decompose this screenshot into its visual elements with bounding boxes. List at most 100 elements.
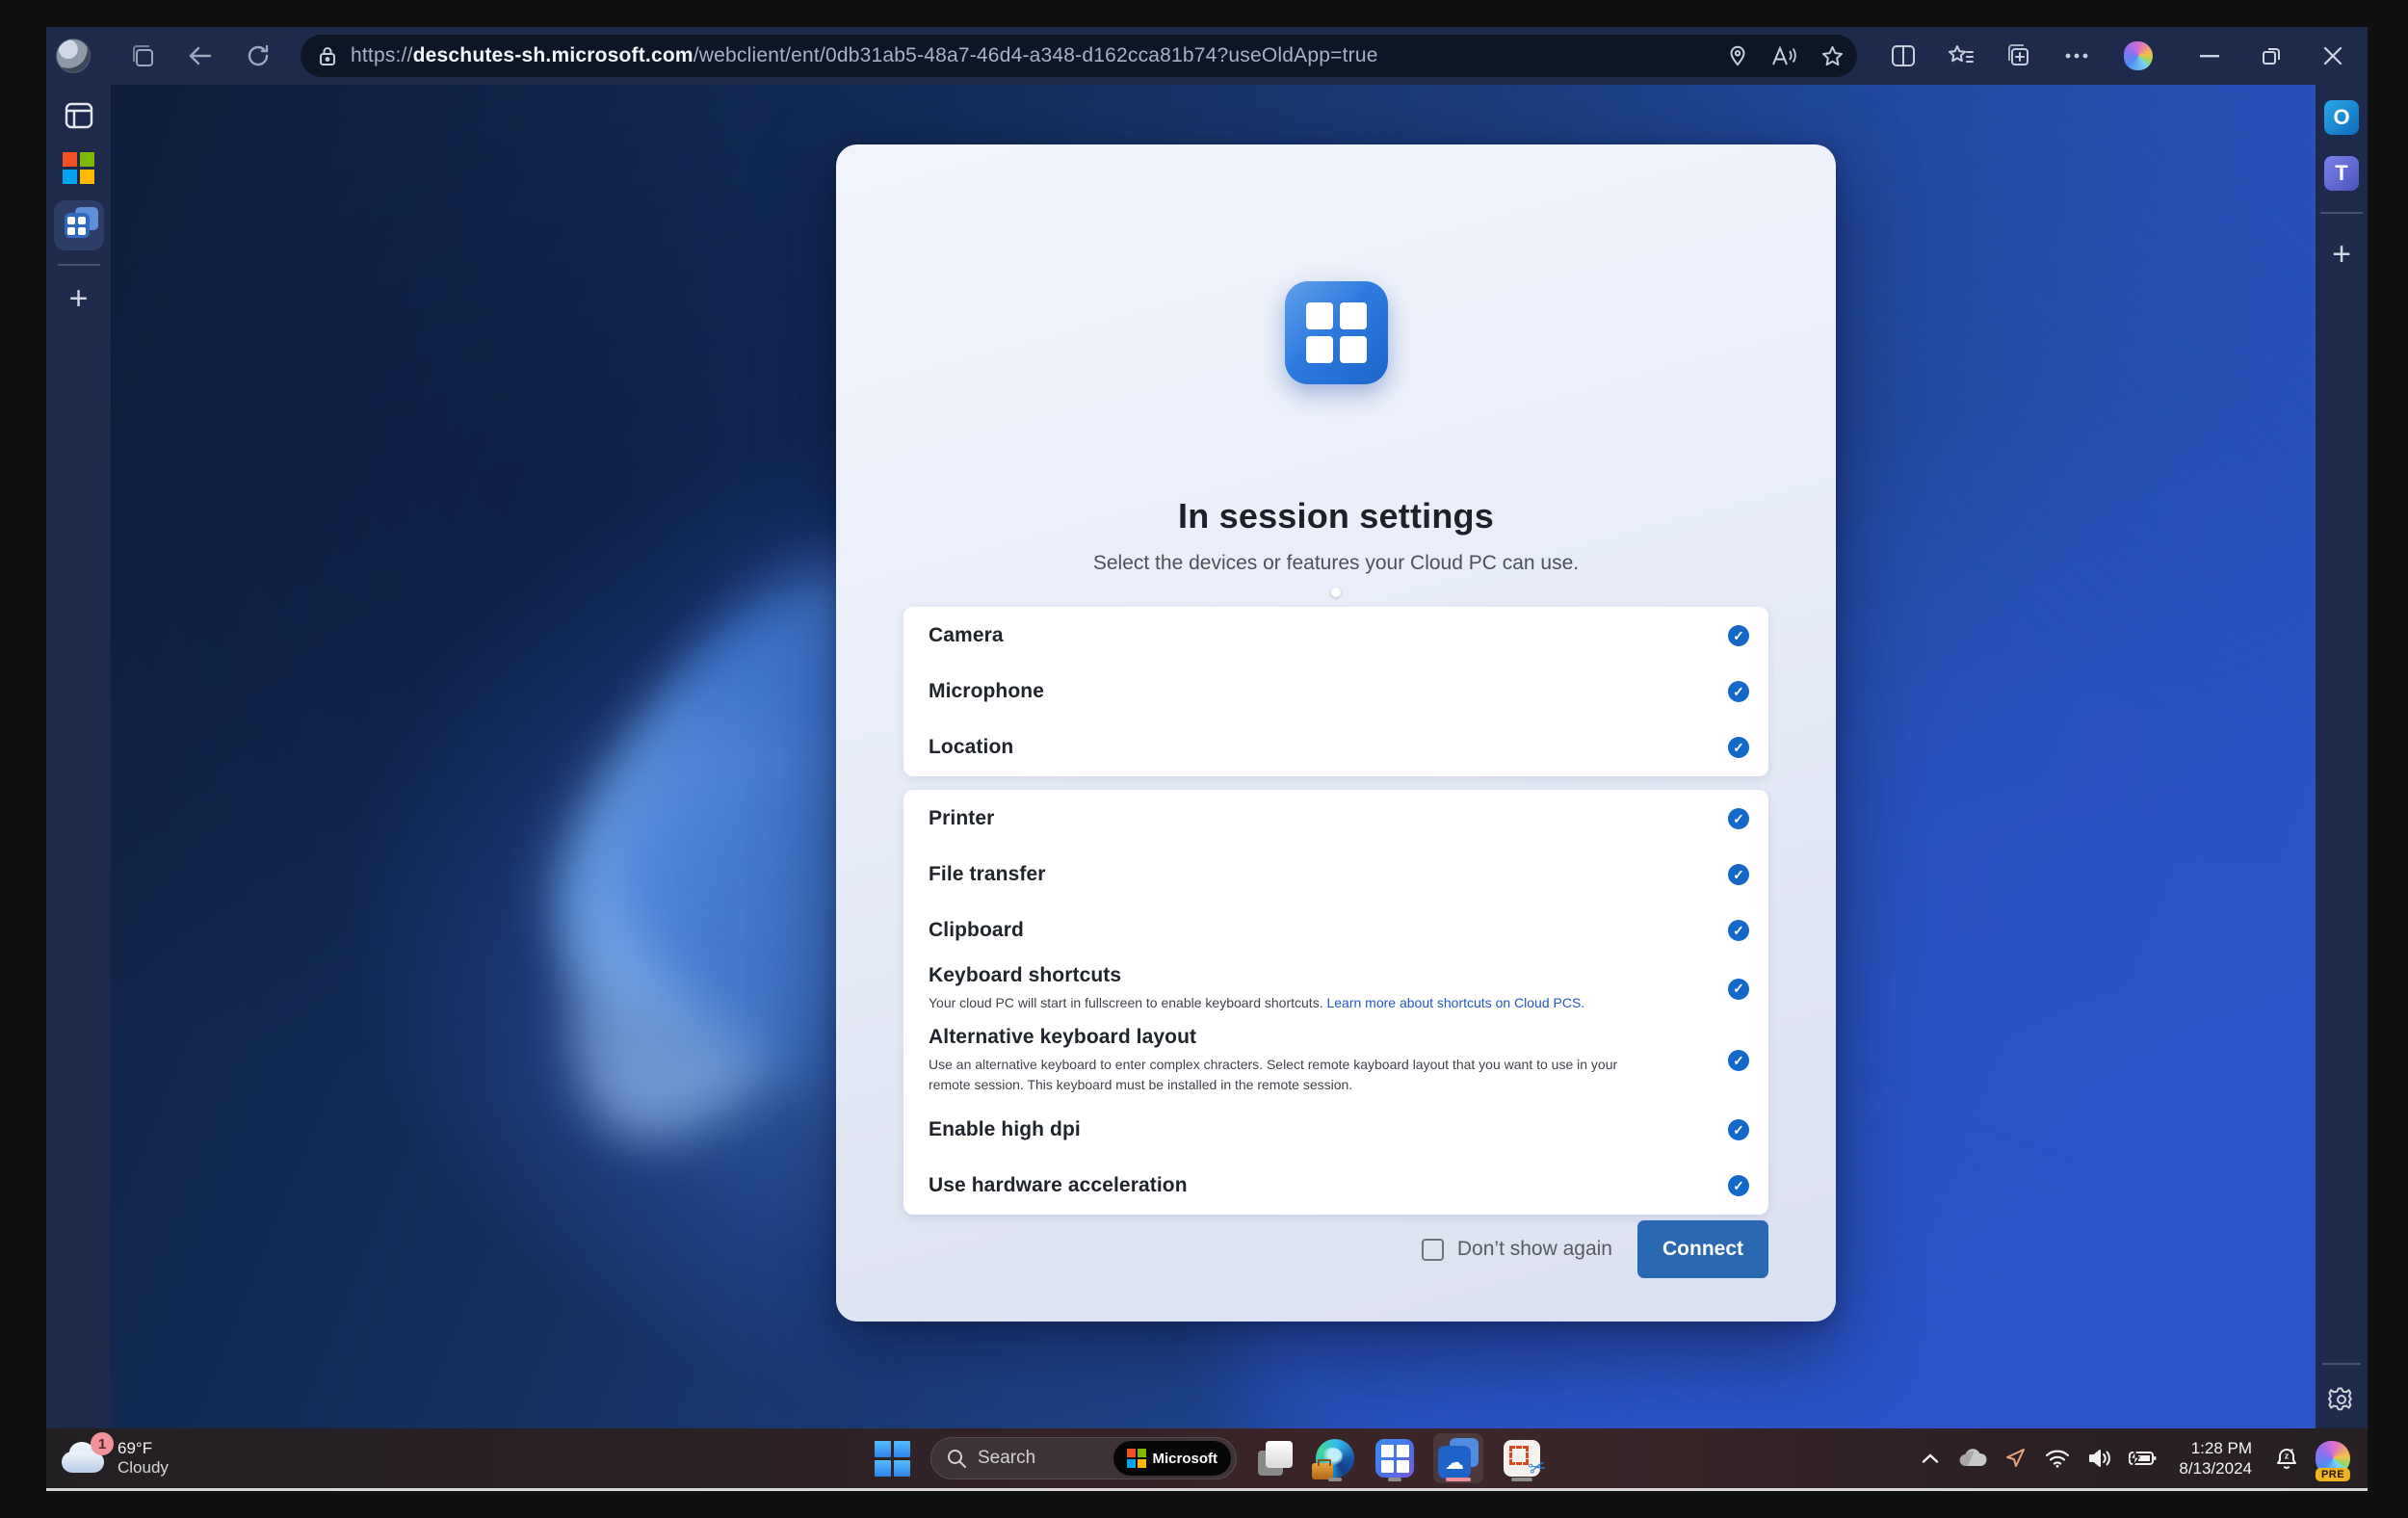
favorites-icon[interactable] (1942, 37, 1980, 75)
toggle-checked-icon[interactable]: ✓ (1728, 737, 1749, 758)
setting-row-use-hardware-acceleration[interactable]: Use hardware acceleration✓ (903, 1158, 1768, 1214)
dont-show-again-label: Don’t show again (1457, 1238, 1612, 1261)
setting-label: File transfer (929, 863, 1689, 886)
new-tab-button[interactable]: + (60, 279, 98, 318)
browser-viewport: In session settings Select the devices o… (111, 85, 2316, 1428)
outlook-icon[interactable]: O (2324, 100, 2359, 135)
learn-more-link[interactable]: Learn more about shortcuts on Cloud PCS. (1326, 995, 1584, 1010)
lock-icon (318, 45, 337, 66)
toggle-checked-icon[interactable]: ✓ (1728, 864, 1749, 885)
read-aloud-icon[interactable] (1771, 45, 1796, 66)
setting-label: Enable high dpi (929, 1118, 1689, 1141)
setting-label: Alternative keyboard layout (929, 1026, 1689, 1049)
windows365-taskbar-button-active[interactable]: ☁ (1433, 1433, 1483, 1483)
scroll-indicator-dot (1331, 588, 1341, 597)
windows-logo (875, 1441, 910, 1477)
setting-row-file-transfer[interactable]: File transfer ✓ (903, 847, 1768, 903)
minimize-button[interactable] (2188, 37, 2231, 75)
tray-time: 1:28 PM (2179, 1438, 2252, 1458)
setting-label: Camera (929, 624, 1689, 647)
setting-row-camera[interactable]: Camera ✓ (903, 608, 1768, 664)
url-text: https://deschutes-sh.microsoft.com/webcl… (351, 44, 1717, 67)
sidebar-settings-gear-icon[interactable] (2322, 1380, 2361, 1419)
svg-text:z: z (2285, 1452, 2290, 1461)
copilot-taskbar-button[interactable]: PRE (2312, 1437, 2354, 1479)
snipping-tool-taskbar-button[interactable]: ✂ (1501, 1433, 1543, 1483)
favorite-star-icon[interactable] (1821, 45, 1844, 66)
dont-show-again[interactable]: Don’t show again (1422, 1238, 1612, 1261)
sidebar-add-button[interactable]: + (2322, 235, 2361, 274)
copilot-logo (2124, 41, 2153, 70)
setting-row-printer[interactable]: Printer✓ (903, 791, 1768, 847)
teams-icon[interactable]: T (2324, 156, 2359, 191)
desktop-screen: https://deschutes-sh.microsoft.com/webcl… (46, 27, 2368, 1488)
tab-windows365-active[interactable] (54, 200, 104, 250)
search-brand-label: Microsoft (1153, 1451, 1218, 1467)
search-brand-badge: Microsoft (1113, 1441, 1232, 1476)
microsoft-home-tab[interactable] (60, 148, 98, 187)
search-icon (947, 1449, 966, 1468)
sidebar-divider (2322, 1363, 2361, 1365)
do-not-disturb-bell-icon[interactable]: zz (2269, 1437, 2304, 1479)
workspaces-icon[interactable] (123, 37, 162, 75)
toggle-checked-icon[interactable]: ✓ (1728, 808, 1749, 829)
toggle-checked-icon[interactable]: ✓ (1728, 979, 1749, 1000)
dont-show-again-checkbox[interactable] (1422, 1239, 1444, 1261)
browser-toolbar: https://deschutes-sh.microsoft.com/webcl… (46, 27, 2368, 85)
dialog-subtitle: Select the devices or features your Clou… (1093, 552, 1579, 575)
connect-button[interactable]: Connect (1637, 1220, 1768, 1278)
setting-row-microphone[interactable]: Microphone✓ (903, 664, 1768, 720)
tray-clock[interactable]: 1:28 PM 8/13/2024 (2179, 1438, 2252, 1479)
setting-label: Clipboard (929, 919, 1689, 942)
vertical-tabs-sidebar: + (46, 85, 111, 1428)
collections-icon[interactable] (2000, 37, 2038, 75)
start-button[interactable] (871, 1433, 913, 1483)
toggle-checked-icon[interactable]: ✓ (1728, 920, 1749, 941)
wifi-icon[interactable] (2040, 1437, 2075, 1479)
profile-avatar[interactable] (56, 39, 91, 73)
task-view-button[interactable] (1254, 1433, 1296, 1483)
setting-row-enable-high-dpi[interactable]: Enable high dpi ✓ (903, 1102, 1768, 1158)
taskbar-search[interactable]: Search Microsoft (930, 1437, 1237, 1479)
close-button[interactable] (2312, 37, 2354, 75)
edge-icon (1316, 1439, 1354, 1478)
weather-condition: Cloudy (118, 1458, 169, 1478)
copilot-icon[interactable] (2115, 35, 2161, 77)
toggle-checked-icon[interactable]: ✓ (1728, 1119, 1749, 1140)
split-screen-icon[interactable] (1884, 37, 1923, 75)
setting-row-alternative-keyboard-layout[interactable]: Alternative keyboard layoutUse an altern… (903, 1020, 1768, 1102)
dialog-title: In session settings (1178, 496, 1494, 537)
toggle-checked-icon[interactable]: ✓ (1728, 1050, 1749, 1071)
volume-icon[interactable] (2082, 1437, 2117, 1479)
setting-row-clipboard[interactable]: Clipboard ✓ (903, 903, 1768, 958)
dialog-footer: Don’t show again Connect (1422, 1220, 1768, 1278)
task-view-icon (1258, 1441, 1293, 1476)
onedrive-icon[interactable] (1955, 1437, 1990, 1479)
microsoft-logo (1127, 1449, 1146, 1468)
toggle-checked-icon[interactable]: ✓ (1728, 681, 1749, 702)
restore-button[interactable] (2250, 37, 2292, 75)
windows-app-taskbar-button[interactable] (1374, 1433, 1416, 1483)
edge-sidebar: O T + (2316, 85, 2368, 1428)
weather-widget[interactable]: 1 69°F Cloudy (46, 1439, 169, 1479)
refresh-icon[interactable] (239, 37, 277, 75)
back-icon[interactable] (181, 37, 220, 75)
battery-charging-icon[interactable] (2125, 1437, 2159, 1479)
setting-row-keyboard-shortcuts[interactable]: Keyboard shortcutsYour cloud PC will sta… (903, 958, 1768, 1020)
location-permission-icon[interactable] (1729, 45, 1746, 66)
location-in-use-icon[interactable] (1998, 1437, 2032, 1479)
copilot-pre-badge: PRE (2316, 1468, 2350, 1481)
screen-bottom-edge (46, 1488, 2368, 1491)
settings-card-1: Camera✓Microphone✓Location✓ (903, 607, 1768, 776)
snipping-tool-icon: ✂ (1504, 1440, 1540, 1477)
tray-chevron-up-icon[interactable] (1913, 1437, 1948, 1479)
toggle-checked-icon[interactable]: ✓ (1728, 1175, 1749, 1196)
edge-taskbar-button[interactable] (1314, 1433, 1356, 1483)
address-bar[interactable]: https://deschutes-sh.microsoft.com/webcl… (301, 35, 1857, 77)
system-tray: 1:28 PM 8/13/2024 zz PRE (1913, 1437, 2368, 1479)
toggle-checked-icon[interactable]: ✓ (1728, 625, 1749, 646)
more-menu-icon[interactable] (2057, 37, 2096, 75)
settings-groups: Camera✓Microphone✓Location✓Printer✓File … (903, 607, 1768, 1215)
setting-row-location[interactable]: Location✓ (903, 720, 1768, 775)
tab-actions-icon[interactable] (60, 96, 98, 135)
